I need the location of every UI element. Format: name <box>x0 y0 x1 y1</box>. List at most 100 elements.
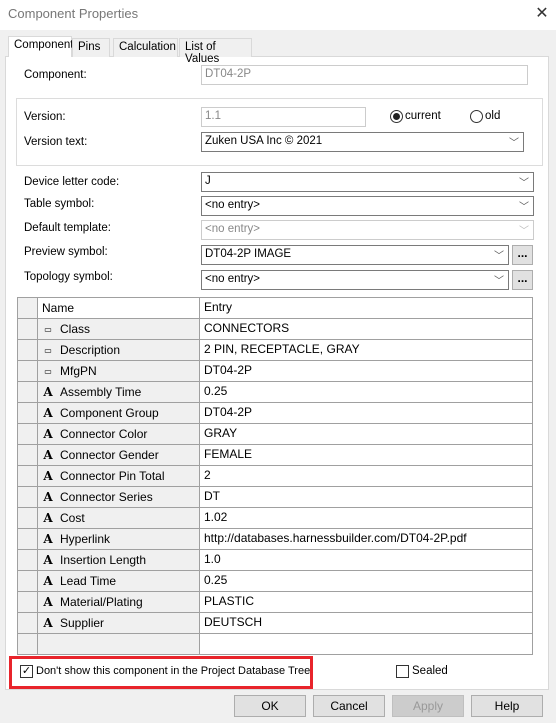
tab-pins[interactable]: Pins <box>72 38 110 57</box>
preview-symbol-dropdown[interactable]: DT04-2P IMAGE ﹀ <box>201 245 509 265</box>
table-row[interactable]: A Hyperlink http://databases.harnessbuild… <box>18 529 532 550</box>
text-attribute-icon: A <box>43 490 53 504</box>
row-header[interactable] <box>18 466 38 486</box>
table-row[interactable]: A Connector Gender FEMALE <box>18 445 532 466</box>
row-header[interactable] <box>18 508 38 528</box>
radio-current-label[interactable]: current <box>405 110 441 122</box>
ok-button[interactable]: OK <box>234 695 306 717</box>
table-row[interactable]: A Cost 1.02 <box>18 508 532 529</box>
attribute-entry[interactable]: 2 <box>200 466 532 486</box>
component-field[interactable]: DT04-2P <box>201 65 528 85</box>
text-attribute-icon: A <box>43 448 53 462</box>
sealed-label[interactable]: Sealed <box>412 665 448 677</box>
radio-old[interactable] <box>470 110 483 123</box>
topology-browse-button[interactable]: ... <box>512 270 533 290</box>
header-entry[interactable]: Entry <box>200 298 532 318</box>
apply-button: Apply <box>392 695 464 717</box>
table-row-empty[interactable] <box>18 634 532 655</box>
text-attribute-icon: A <box>43 385 53 399</box>
table-row[interactable]: A Material/Plating PLASTIC <box>18 592 532 613</box>
chevron-down-icon: ﹀ <box>494 251 504 262</box>
chevron-down-icon: ﹀ <box>519 178 529 189</box>
default-template-label: Default template: <box>24 222 111 234</box>
attribute-name: Description <box>60 343 121 357</box>
window-title: Component Properties <box>8 6 139 21</box>
table-row[interactable]: A Supplier DEUTSCH <box>18 613 532 634</box>
row-header[interactable] <box>18 571 38 591</box>
attribute-entry[interactable]: DT04-2P <box>200 361 532 381</box>
chevron-down-icon: ﹀ <box>494 276 504 287</box>
attribute-entry[interactable]: CONNECTORS <box>200 319 532 339</box>
dont-show-label[interactable]: Don't show this component in the Project… <box>36 665 310 677</box>
text-attribute-icon: A <box>43 616 53 630</box>
attribute-name: MfgPN <box>60 364 97 378</box>
table-row[interactable]: A Connector Color GRAY <box>18 424 532 445</box>
attribute-name: Hyperlink <box>60 532 111 546</box>
attribute-name: Connector Color <box>60 427 148 441</box>
table-symbol-dropdown[interactable]: <no entry> ﹀ <box>201 196 534 216</box>
row-header[interactable] <box>18 361 38 381</box>
cancel-button[interactable]: Cancel <box>313 695 385 717</box>
table-row[interactable]: A Insertion Length 1.0 <box>18 550 532 571</box>
table-row[interactable]: A Connector Series DT <box>18 487 532 508</box>
close-icon[interactable]: ✕ <box>532 3 552 23</box>
version-text-dropdown[interactable]: Zuken USA Inc © 2021 ﹀ <box>201 132 524 152</box>
dont-show-checkbox[interactable]: ✓ <box>20 665 33 678</box>
row-header[interactable] <box>18 340 38 360</box>
tab-component[interactable]: Component <box>8 36 73 57</box>
version-field[interactable]: 1.1 <box>201 107 366 127</box>
row-header[interactable] <box>18 403 38 423</box>
device-letter-dropdown[interactable]: J ﹀ <box>201 172 534 192</box>
table-row[interactable]: ▭ Description 2 PIN, RECEPTACLE, GRAY <box>18 340 532 361</box>
attribute-name: Connector Gender <box>60 448 159 462</box>
attribute-entry[interactable]: DT04-2P <box>200 403 532 423</box>
row-header[interactable] <box>18 592 38 612</box>
text-attribute-icon: A <box>43 553 53 567</box>
attribute-name: Cost <box>60 511 85 525</box>
attribute-name: Insertion Length <box>60 553 147 567</box>
attribute-entry[interactable]: 1.0 <box>200 550 532 570</box>
topology-symbol-dropdown[interactable]: <no entry> ﹀ <box>201 270 509 290</box>
attribute-entry[interactable]: DEUTSCH <box>200 613 532 633</box>
tab-list-of-values[interactable]: List of Values <box>179 38 252 65</box>
help-button[interactable]: Help <box>471 695 543 717</box>
row-header[interactable] <box>18 382 38 402</box>
attribute-name: Class <box>60 322 91 336</box>
attribute-entry[interactable]: DT <box>200 487 532 507</box>
radio-old-label[interactable]: old <box>485 110 500 122</box>
header-name[interactable]: Name <box>38 298 200 318</box>
row-header[interactable] <box>18 319 38 339</box>
attribute-entry[interactable]: http://databases.harnessbuilder.com/DT04… <box>200 529 532 549</box>
row-header[interactable] <box>18 424 38 444</box>
row-header[interactable] <box>18 613 38 633</box>
attribute-entry[interactable]: 2 PIN, RECEPTACLE, GRAY <box>200 340 532 360</box>
table-row[interactable]: ▭ Class CONNECTORS <box>18 319 532 340</box>
sealed-checkbox[interactable] <box>396 665 409 678</box>
tab-calculation[interactable]: Calculation <box>113 38 178 57</box>
row-header[interactable] <box>18 529 38 549</box>
attribute-name: Material/Plating <box>60 595 143 609</box>
row-header[interactable] <box>18 445 38 465</box>
table-row[interactable]: A Lead Time 0.25 <box>18 571 532 592</box>
radio-current[interactable] <box>390 110 403 123</box>
text-attribute-icon: A <box>43 469 53 483</box>
attribute-entry[interactable]: 0.25 <box>200 382 532 402</box>
text-attribute-icon: A <box>43 511 53 525</box>
preview-browse-button[interactable]: ... <box>512 245 533 265</box>
attribute-entry[interactable]: FEMALE <box>200 445 532 465</box>
table-row[interactable]: ▭ MfgPN DT04-2P <box>18 361 532 382</box>
table-row[interactable]: A Connector Pin Total 2 <box>18 466 532 487</box>
attribute-entry[interactable]: 1.02 <box>200 508 532 528</box>
table-row[interactable]: A Component Group DT04-2P <box>18 403 532 424</box>
attribute-entry[interactable]: GRAY <box>200 424 532 444</box>
row-header[interactable] <box>18 487 38 507</box>
chevron-down-icon: ﹀ <box>519 226 529 237</box>
attribute-entry[interactable]: PLASTIC <box>200 592 532 612</box>
chevron-down-icon: ﹀ <box>519 202 529 213</box>
attribute-name: Supplier <box>60 616 105 630</box>
text-attribute-icon: A <box>43 427 53 441</box>
table-row[interactable]: A Assembly Time 0.25 <box>18 382 532 403</box>
device-letter-value: J <box>205 175 211 187</box>
row-header[interactable] <box>18 550 38 570</box>
attribute-entry[interactable]: 0.25 <box>200 571 532 591</box>
